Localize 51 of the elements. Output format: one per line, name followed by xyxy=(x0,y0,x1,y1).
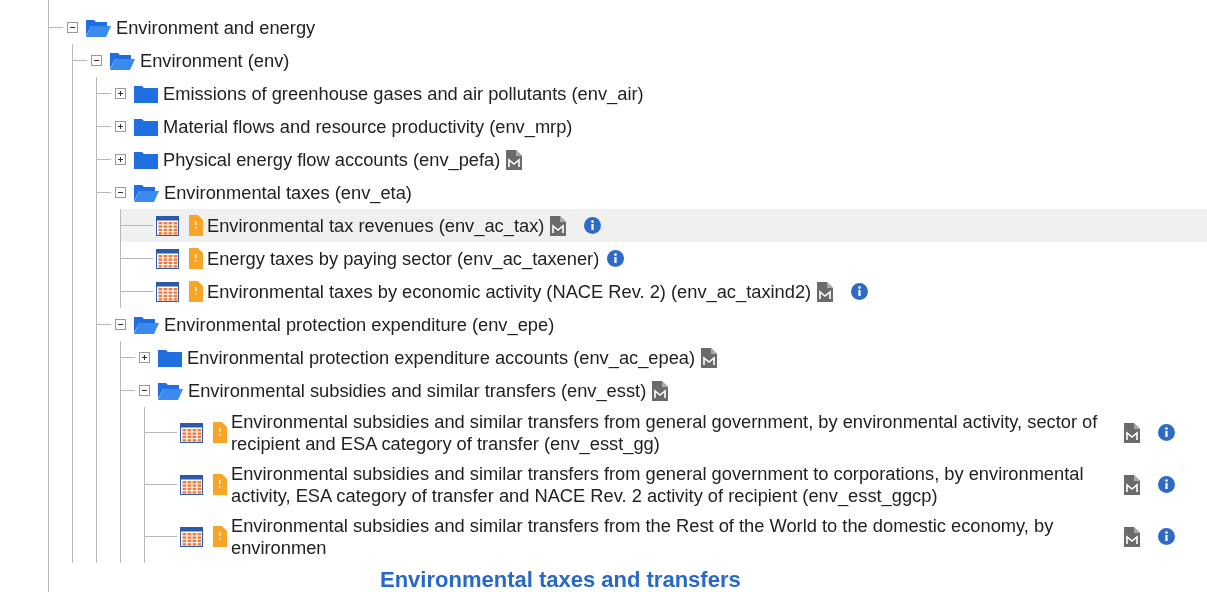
tree-item-label: Environment (env) xyxy=(139,49,291,72)
tree-row[interactable]: Environmental subsidies and similar transfers from general government, by environmental activity, sector of recipient and ESA category of transfer (env_esst_gg) xyxy=(145,407,1207,459)
table-icon xyxy=(156,215,179,236)
tree-row[interactable]: Environmental taxes by economic activity (NACE Rev. 2) (env_ac_taxind2) xyxy=(121,275,1207,308)
table-icon xyxy=(156,248,179,269)
tree-item-label: Environment and energy xyxy=(115,16,317,39)
file-icon xyxy=(213,422,227,444)
tree-row[interactable]: Environmental subsidies and similar transfers from general government to corporations, by environmental activity, ESA category of transfer and NACE Rev. 2 activity of recipient (env_esst_ggcp) xyxy=(145,458,1207,511)
expand-toggle[interactable] xyxy=(114,154,126,165)
table-icon xyxy=(180,422,203,443)
tree-item-label: Environmental subsidies and similar transfers from general government, by environmental activity, sector of recipient and ESA category of transfer (env_esst_gg) xyxy=(230,411,1099,455)
collapse-toggle[interactable] xyxy=(138,385,150,396)
file-icon xyxy=(189,281,203,302)
tree-item-label: Environmental subsidies and similar transfers (env_esst) xyxy=(187,379,648,402)
file-icon xyxy=(189,248,203,269)
expand-toggle[interactable] xyxy=(138,352,150,363)
expand-toggle[interactable] xyxy=(114,88,126,99)
collapse-toggle[interactable] xyxy=(66,22,78,33)
collapse-toggle[interactable] xyxy=(90,55,102,66)
tree-item-label: Environmental protection expenditure accounts (env_ac_epea) xyxy=(186,346,697,369)
tree-item-label: Environmental tax revenues (env_ac_tax) xyxy=(206,214,546,237)
tree-item-label: Emissions of greenhouse gases and air pollutants (env_air) xyxy=(162,82,645,105)
tree-row[interactable]: Environmental subsidies and similar transfers from the Rest of the World to the domestic economy, by environmen xyxy=(145,510,1207,563)
tree-row[interactable]: Emissions of greenhouse gases and air pollutants (env_air) xyxy=(97,77,1207,110)
collapse-toggle[interactable] xyxy=(114,187,126,198)
tree-row[interactable]: Environmental subsidies and similar transfers (env_esst) xyxy=(121,374,1207,407)
tree-item-label: Environmental subsidies and similar transfers from general government to corporations, by environmental activity, ESA category of transfer and NACE Rev. 2 activity of recipient (env_esst_ggcp) xyxy=(230,462,1085,507)
tree-row[interactable]: Environmental protection expenditure accounts (env_ac_epea) xyxy=(121,341,1207,374)
file-icon xyxy=(213,526,227,548)
tree-row[interactable]: Environment (env) xyxy=(73,44,1207,77)
tree-row[interactable]: Environmental taxes (env_eta) xyxy=(97,176,1207,209)
tree-row[interactable]: Environmental protection expenditure (env_epe) xyxy=(97,308,1207,341)
collapse-toggle[interactable] xyxy=(114,319,126,330)
table-icon xyxy=(180,526,203,547)
tree-row[interactable]: Environment and energy xyxy=(49,11,1207,44)
tree-row[interactable]: Environmental tax revenues (env_ac_tax) xyxy=(121,209,1207,242)
table-icon xyxy=(180,474,203,495)
file-icon xyxy=(189,215,203,236)
tree-item-label: Environmental subsidies and similar transfers from the Rest of the World to the domestic economy, by environmen xyxy=(230,514,1055,559)
expand-toggle[interactable] xyxy=(114,121,126,132)
table-icon xyxy=(156,281,179,302)
tree-item-label: Physical energy flow accounts (env_pefa) xyxy=(162,148,502,171)
tree-row[interactable]: Material flows and resource productivity (env_mrp) xyxy=(97,110,1207,143)
tree-row[interactable]: Physical energy flow accounts (env_pefa) xyxy=(97,143,1207,176)
tree-item-label: Environmental taxes by economic activity (NACE Rev. 2) (env_ac_taxind2) xyxy=(206,280,813,303)
tree-row[interactable]: Energy taxes by paying sector (env_ac_taxener) xyxy=(121,242,1207,275)
file-icon xyxy=(213,474,227,496)
tree-item-label: Material flows and resource productivity (env_mrp) xyxy=(162,115,574,138)
tree-item-label: Energy taxes by paying sector (env_ac_taxener) xyxy=(206,247,601,270)
tree-item-label: Environmental taxes (env_eta) xyxy=(163,181,413,204)
tree-item-label: Environmental protection expenditure (env_epe) xyxy=(163,313,556,336)
